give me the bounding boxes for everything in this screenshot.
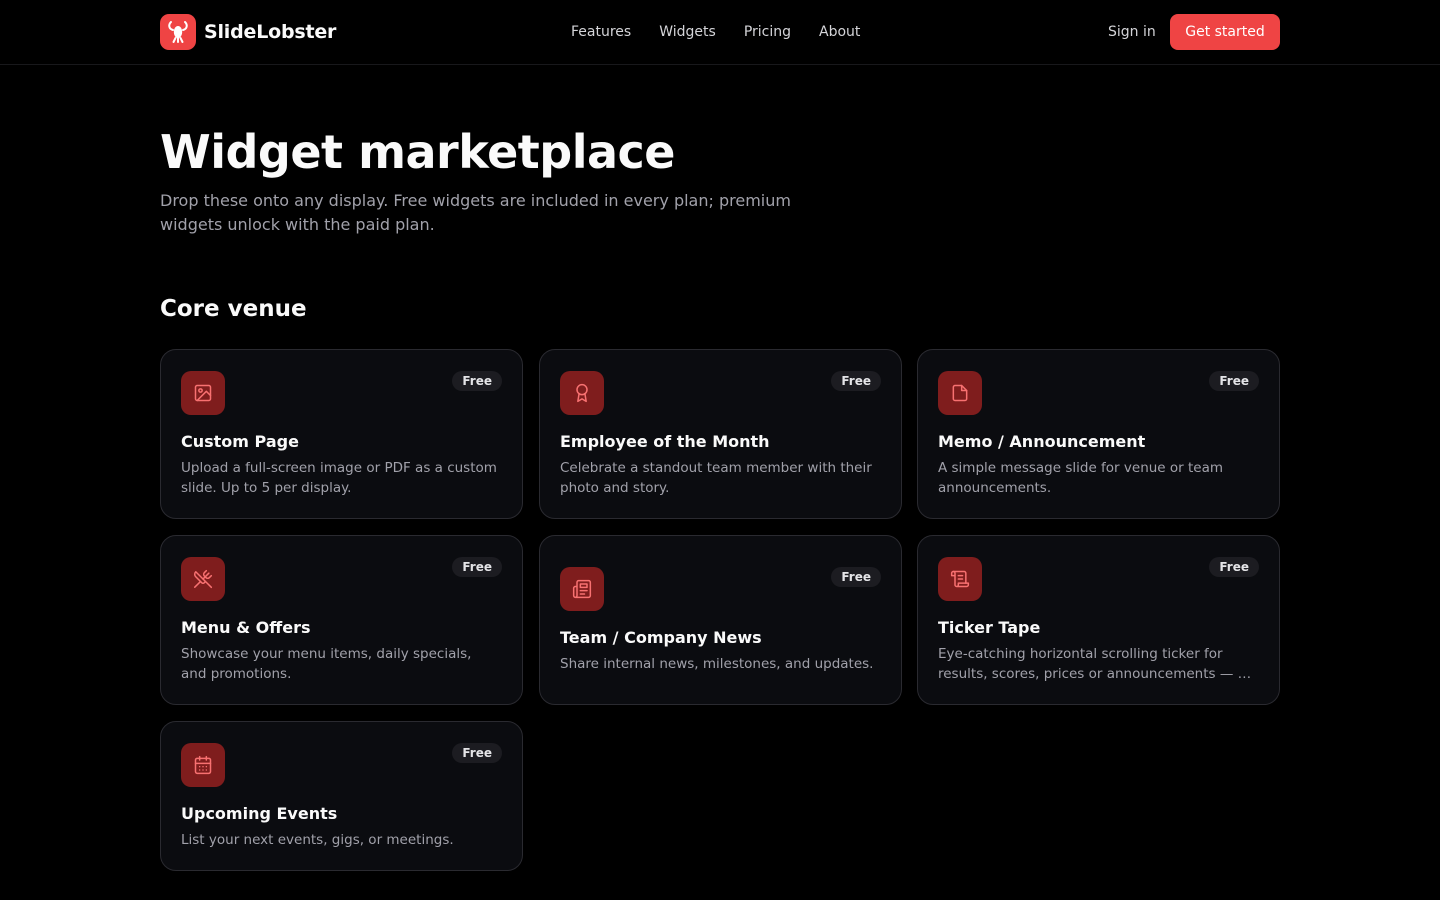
widget-description: A simple message slide for venue or team… bbox=[938, 460, 1224, 496]
widget-card-employee-of-the-month[interactable]: Free Employee of the Month Celebrate a s… bbox=[539, 349, 902, 519]
plan-badge: Free bbox=[452, 557, 502, 577]
nav-link-features[interactable]: Features bbox=[571, 22, 631, 42]
brand-name: SlideLobster bbox=[204, 21, 337, 43]
widget-description: Eye-catching horizontal scrolling ticker… bbox=[938, 646, 1254, 682]
newspaper-icon bbox=[560, 567, 604, 611]
plan-badge: Free bbox=[1209, 371, 1259, 391]
widget-card-memo-announcement[interactable]: Free Memo / Announcement A simple messag… bbox=[917, 349, 1280, 519]
plan-badge: Free bbox=[1209, 557, 1259, 577]
widget-title: Upcoming Events bbox=[181, 804, 338, 823]
section-title: Core venue bbox=[160, 296, 307, 322]
plan-badge: Free bbox=[452, 743, 502, 763]
widget-card-ticker-tape[interactable]: Free Ticker Tape Eye-catching horizontal… bbox=[917, 535, 1280, 705]
widget-description: Upload a full-screen image or PDF as a c… bbox=[181, 460, 497, 496]
award-icon bbox=[560, 371, 604, 415]
widget-title: Team / Company News bbox=[560, 628, 762, 647]
page-title: Widget marketplace bbox=[160, 125, 675, 179]
widget-description: Share internal news, milestones, and upd… bbox=[560, 656, 874, 672]
widget-title: Custom Page bbox=[181, 432, 299, 451]
image-icon bbox=[181, 371, 225, 415]
calendar-icon bbox=[181, 743, 225, 787]
get-started-button[interactable]: Get started bbox=[1170, 14, 1280, 50]
nav-link-pricing[interactable]: Pricing bbox=[744, 22, 791, 42]
widget-title: Memo / Announcement bbox=[938, 432, 1146, 451]
widget-title: Ticker Tape bbox=[938, 618, 1041, 637]
sign-in-link[interactable]: Sign in bbox=[1108, 22, 1156, 42]
widget-description: List your next events, gigs, or meetings… bbox=[181, 832, 454, 848]
scroll-icon bbox=[938, 557, 982, 601]
lobster-icon bbox=[160, 14, 196, 50]
widget-card-menu-offers[interactable]: Free Menu & Offers Showcase your menu it… bbox=[160, 535, 523, 705]
widget-card-custom-page[interactable]: Free Custom Page Upload a full-screen im… bbox=[160, 349, 523, 519]
page-subtitle: Drop these onto any display. Free widget… bbox=[160, 191, 791, 234]
plan-badge: Free bbox=[831, 567, 881, 587]
widget-title: Employee of the Month bbox=[560, 432, 770, 451]
brand-logo[interactable]: SlideLobster bbox=[160, 14, 336, 50]
widget-card-team-company-news[interactable]: Free Team / Company News Share internal … bbox=[539, 535, 902, 705]
widget-title: Menu & Offers bbox=[181, 618, 311, 637]
file-icon bbox=[938, 371, 982, 415]
utensils-crossed-icon bbox=[181, 557, 225, 601]
plan-badge: Free bbox=[452, 371, 502, 391]
nav-link-about[interactable]: About bbox=[819, 22, 860, 42]
site-header: SlideLobster Features Widgets Pricing Ab… bbox=[0, 0, 1440, 65]
nav-link-widgets[interactable]: Widgets bbox=[659, 22, 716, 42]
plan-badge: Free bbox=[831, 371, 881, 391]
widget-card-upcoming-events[interactable]: Free Upcoming Events List your next even… bbox=[160, 721, 523, 871]
widget-description: Showcase your menu items, daily specials… bbox=[181, 646, 472, 682]
main-nav: Features Widgets Pricing About bbox=[571, 22, 860, 42]
widget-description: Celebrate a standout team member with th… bbox=[560, 460, 872, 496]
